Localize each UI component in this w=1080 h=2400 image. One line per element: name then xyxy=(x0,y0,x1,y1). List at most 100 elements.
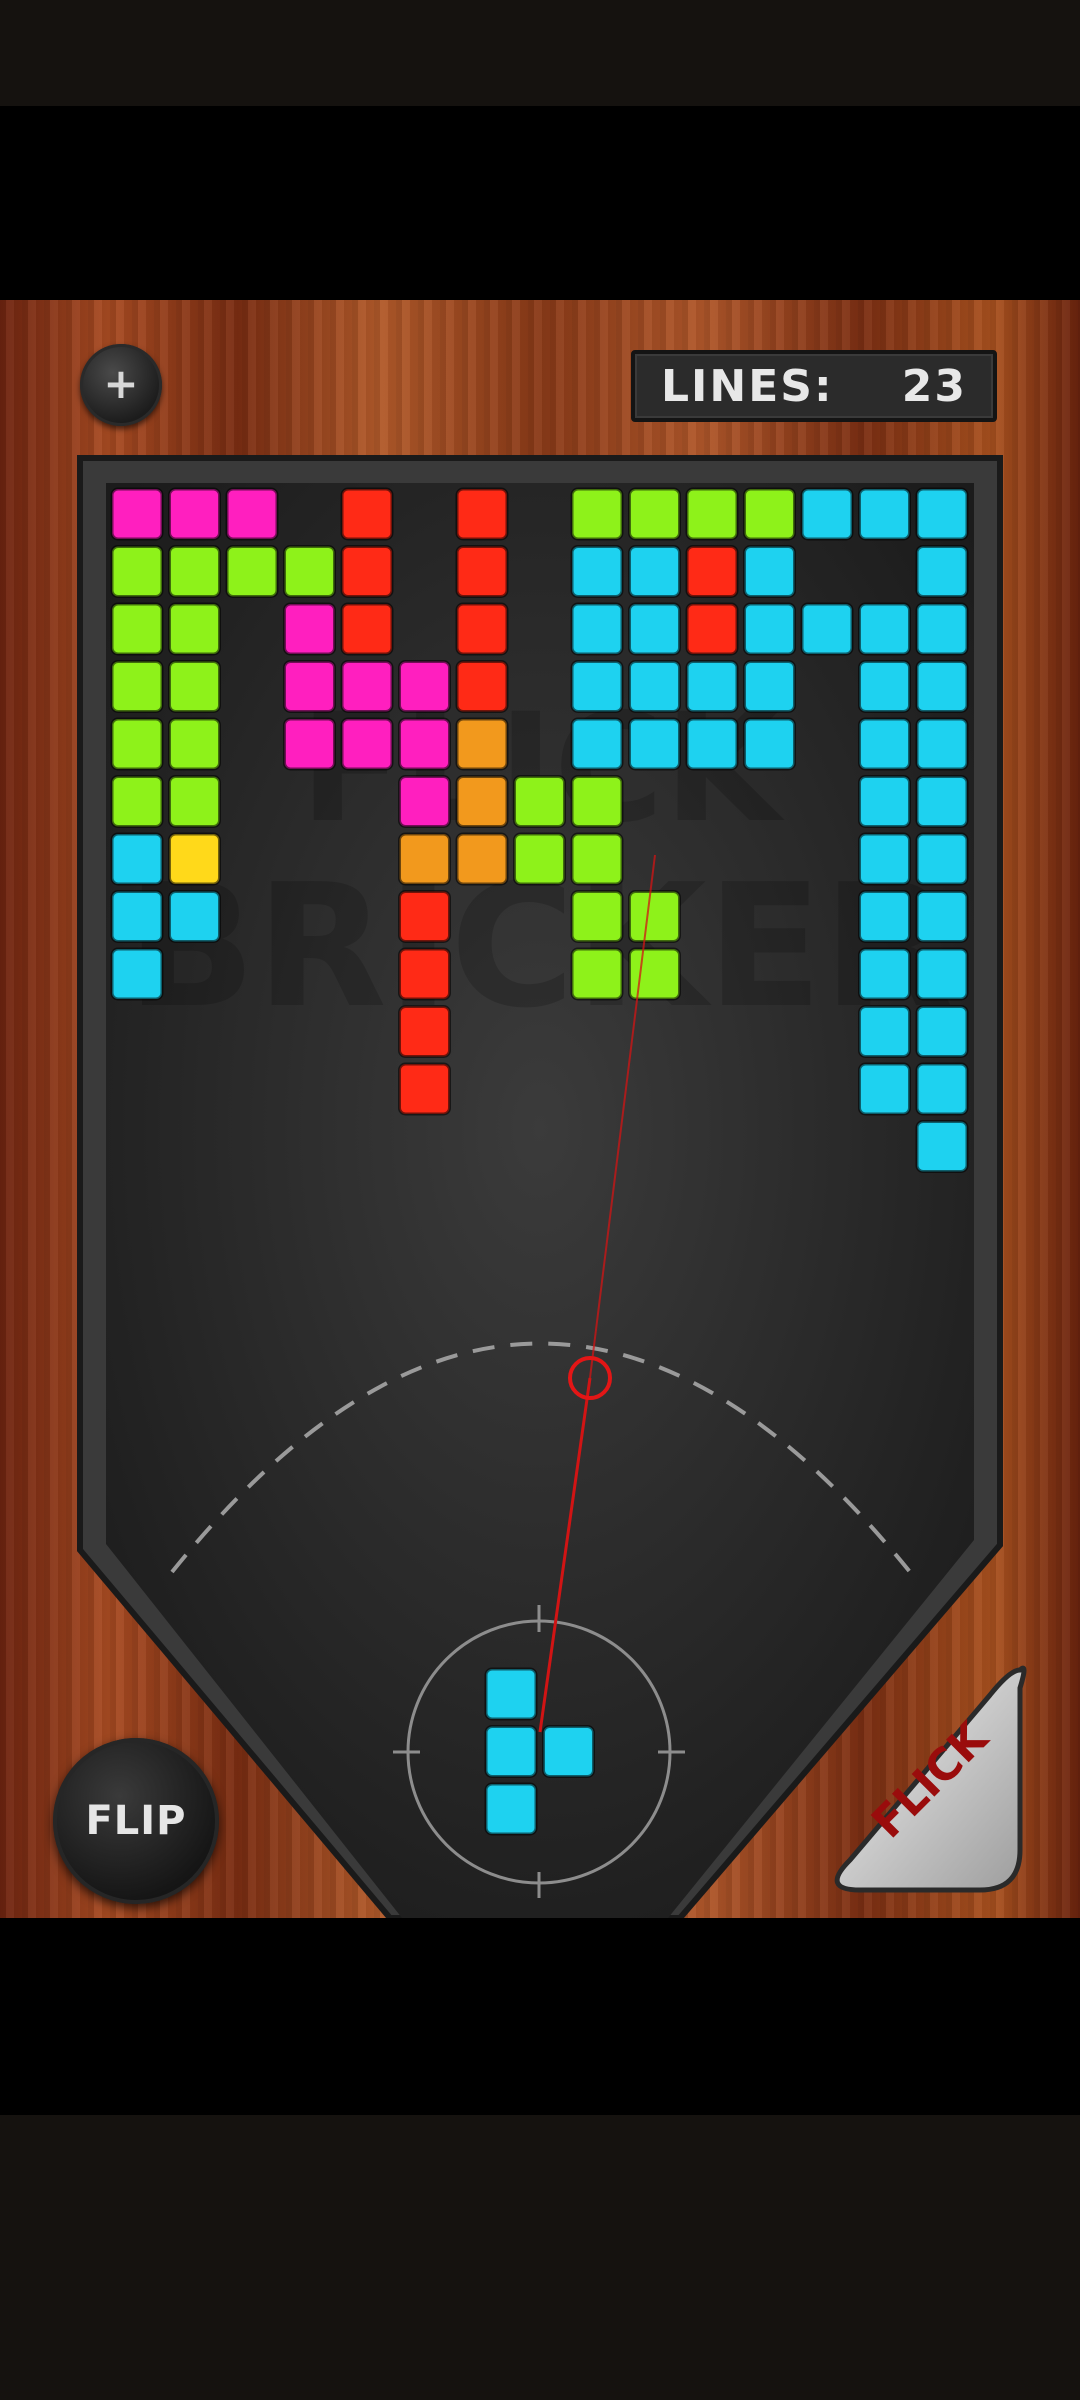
brick-orange xyxy=(398,832,451,886)
brick-cyan xyxy=(110,832,164,886)
game-screen: FLICK BRICKER + LINES: 23 FLIP FLICK xyxy=(0,300,1080,1918)
lines-label: LINES: xyxy=(661,360,834,412)
lines-counter: LINES: 23 xyxy=(631,350,997,422)
brick-cyan xyxy=(915,1120,969,1173)
lines-value: 23 xyxy=(901,360,967,412)
brick-red xyxy=(455,602,509,656)
flip-label: FLIP xyxy=(85,1798,187,1844)
brick-cyan xyxy=(915,1005,969,1058)
brick-lime xyxy=(513,832,566,886)
plus-icon: + xyxy=(103,358,139,408)
brick-magenta xyxy=(168,487,221,541)
menu-button[interactable]: + xyxy=(80,344,162,426)
brick-cyan xyxy=(800,602,854,656)
brick-lime xyxy=(283,545,336,598)
brick-cyan xyxy=(915,775,969,828)
flip-button[interactable]: FLIP xyxy=(53,1738,219,1904)
brick-lime xyxy=(513,775,566,828)
brick-lime xyxy=(685,487,739,541)
brick-cyan xyxy=(858,660,911,713)
piece-brick xyxy=(484,1667,538,1721)
brick-cyan xyxy=(858,1062,911,1116)
brick-magenta xyxy=(283,660,336,713)
brick-cyan xyxy=(915,545,969,598)
brick-cyan xyxy=(628,660,681,713)
brick-red xyxy=(455,545,509,598)
brick-lime xyxy=(225,545,279,598)
brick-cyan xyxy=(915,1062,969,1116)
brick-cyan xyxy=(915,947,969,1001)
brick-cyan xyxy=(110,890,164,943)
brick-lime xyxy=(570,890,624,943)
brick-cyan xyxy=(743,717,796,771)
brick-cyan xyxy=(628,545,681,598)
brick-magenta xyxy=(398,660,451,713)
brick-yellow xyxy=(168,832,221,886)
brick-cyan xyxy=(858,717,911,771)
brick-red xyxy=(455,660,509,713)
brick-cyan xyxy=(168,890,221,943)
brick-cyan xyxy=(915,890,969,943)
brick-lime xyxy=(570,775,624,828)
brick-red xyxy=(340,602,394,656)
brick-red xyxy=(340,545,394,598)
navigation-bar-area xyxy=(0,2115,1080,2400)
brick-cyan xyxy=(800,487,854,541)
brick-lime xyxy=(743,487,796,541)
brick-red xyxy=(398,1005,451,1058)
brick-cyan xyxy=(685,717,739,771)
brick-red xyxy=(398,1062,451,1116)
brick-cyan xyxy=(915,717,969,771)
brick-cyan xyxy=(628,602,681,656)
piece-brick xyxy=(484,1725,538,1778)
brick-cyan xyxy=(858,832,911,886)
brick-cyan xyxy=(685,660,739,713)
brick-lime xyxy=(168,545,221,598)
brick-cyan xyxy=(915,487,969,541)
brick-cyan xyxy=(858,602,911,656)
brick-lime xyxy=(168,717,221,771)
brick-cyan xyxy=(570,545,624,598)
brick-red xyxy=(340,487,394,541)
brick-cyan xyxy=(915,832,969,886)
piece-brick xyxy=(542,1725,595,1778)
brick-cyan xyxy=(858,1005,911,1058)
brick-lime xyxy=(168,602,221,656)
play-field[interactable]: FLICK BRICKER xyxy=(0,300,1080,1918)
brick-lime xyxy=(110,775,164,828)
brick-red xyxy=(455,487,509,541)
brick-red xyxy=(685,545,739,598)
brick-cyan xyxy=(743,660,796,713)
brick-magenta xyxy=(340,660,394,713)
brick-magenta xyxy=(283,602,336,656)
brick-orange xyxy=(455,775,509,828)
brick-magenta xyxy=(225,487,279,541)
brick-red xyxy=(685,602,739,656)
brick-red xyxy=(398,947,451,1001)
brick-lime xyxy=(110,602,164,656)
brick-magenta xyxy=(340,717,394,771)
brick-lime xyxy=(628,890,681,943)
brick-cyan xyxy=(915,602,969,656)
piece-brick xyxy=(484,1782,538,1836)
brick-cyan xyxy=(570,660,624,713)
brick-magenta xyxy=(398,775,451,828)
brick-cyan xyxy=(915,660,969,713)
brick-lime xyxy=(628,487,681,541)
brick-cyan xyxy=(858,947,911,1001)
brick-magenta xyxy=(110,487,164,541)
brick-cyan xyxy=(743,545,796,598)
brick-cyan xyxy=(858,890,911,943)
brick-magenta xyxy=(398,717,451,771)
letterbox-bottom xyxy=(0,1918,1080,2115)
brick-lime xyxy=(570,832,624,886)
brick-cyan xyxy=(858,775,911,828)
brick-lime xyxy=(110,717,164,771)
brick-lime xyxy=(168,775,221,828)
brick-cyan xyxy=(110,947,164,1001)
status-bar-area xyxy=(0,0,1080,106)
brick-lime xyxy=(110,660,164,713)
brick-magenta xyxy=(283,717,336,771)
brick-lime xyxy=(570,487,624,541)
brick-red xyxy=(398,890,451,943)
